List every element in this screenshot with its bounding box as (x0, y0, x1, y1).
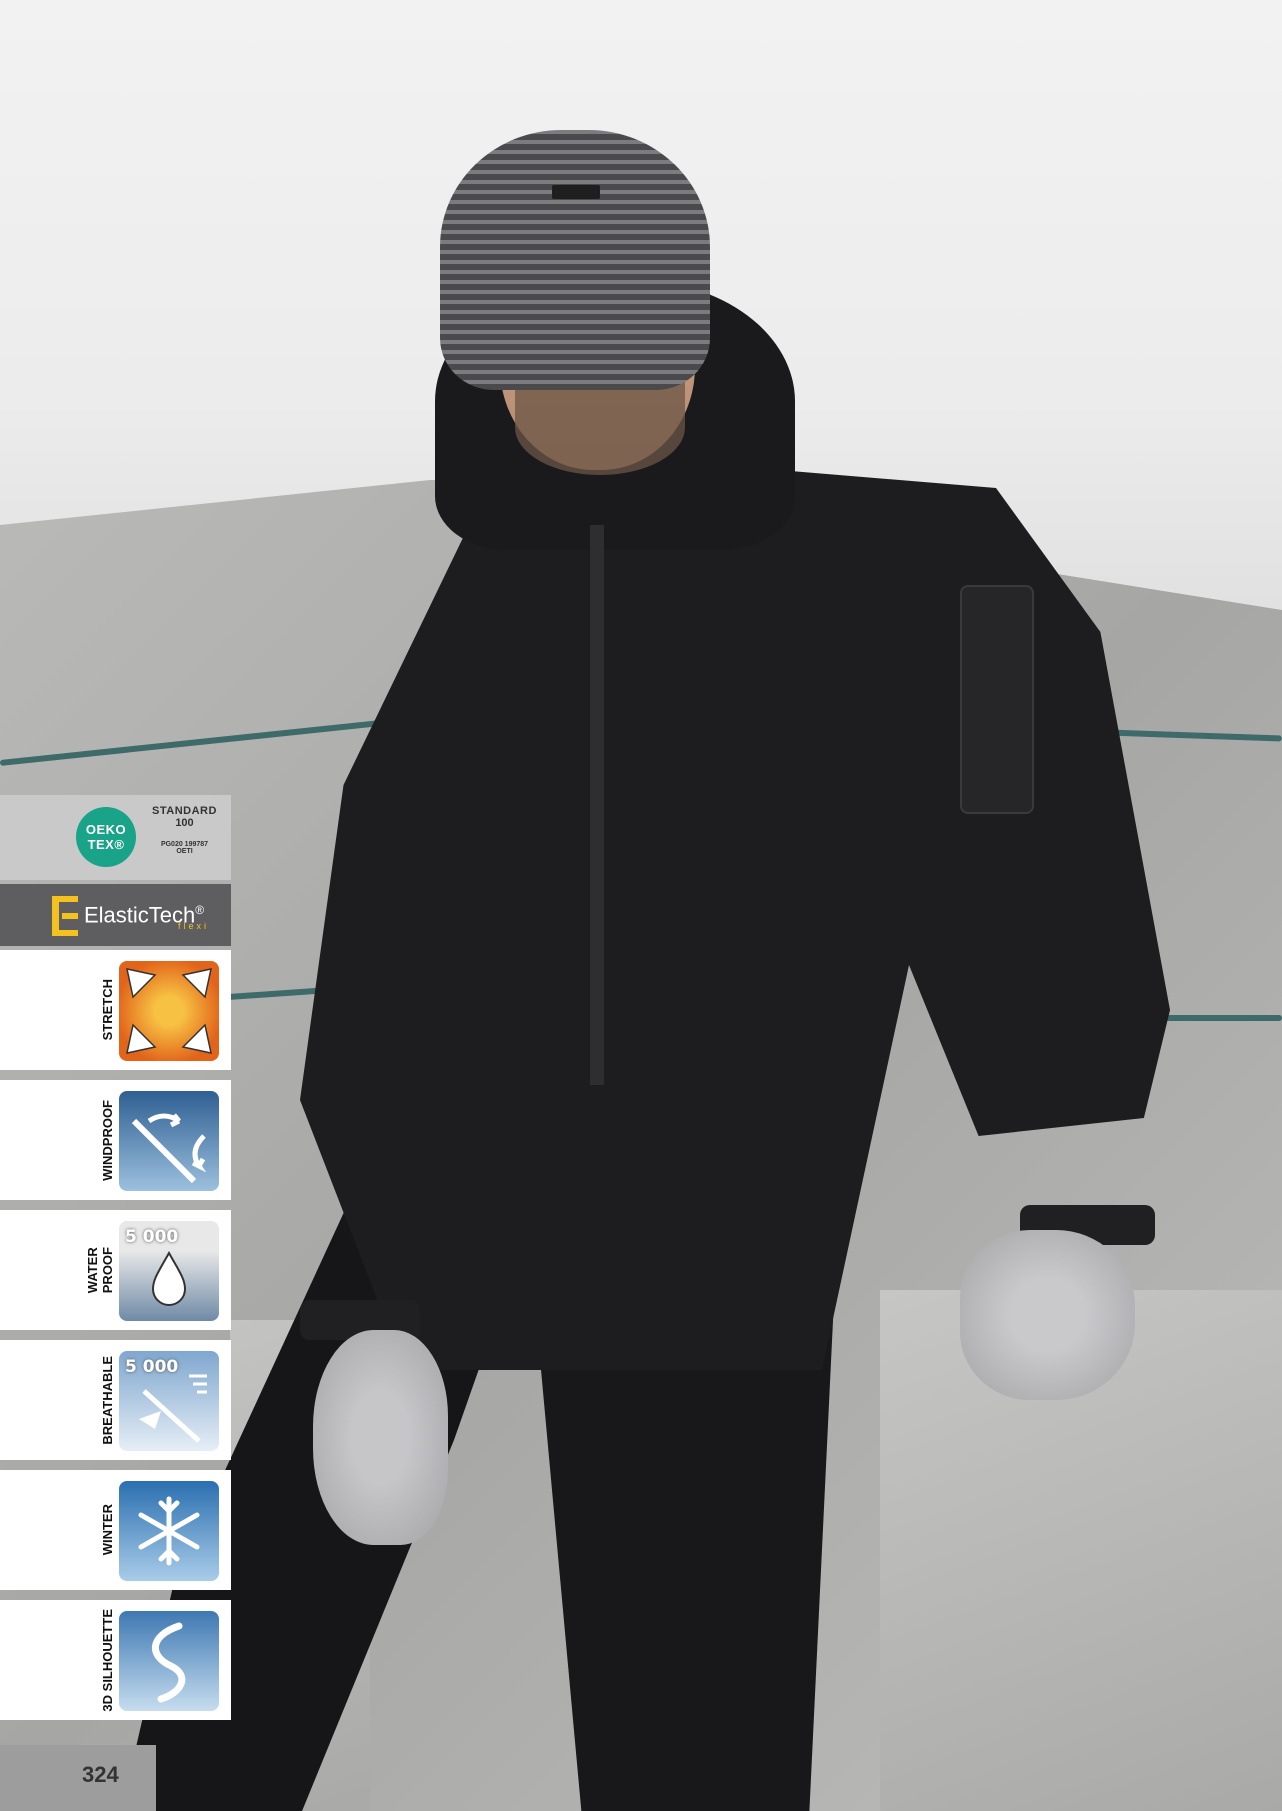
registered-mark: ® (195, 903, 205, 917)
breathable-icon: 5 000 (119, 1351, 219, 1451)
feature-winter: WINTER (0, 1470, 231, 1590)
page-number: 324 (82, 1762, 119, 1787)
feature-breathable: BREATHABLE 5 000 (0, 1340, 231, 1460)
waterdrop-icon: 5 000 (119, 1221, 219, 1321)
certificate-institute: OETI (176, 848, 193, 855)
elastictech-badge: ElasticTech® flexi (0, 884, 231, 946)
glove (960, 1230, 1135, 1400)
elastictech-logo-icon (52, 896, 80, 936)
feature-stretch: STRETCH (0, 950, 231, 1070)
breathable-rating: 5 000 (125, 1357, 179, 1377)
feature-label: STRETCH (100, 979, 115, 1041)
oeko-tex-badge: OEKO TEX® STANDARD 100 PG020 199787 OETI (0, 795, 231, 880)
oeko-logo-line1: OEKO (85, 822, 127, 837)
feature-3d-silhouette: 3D SILHOUETTE (0, 1600, 231, 1720)
standard-number: 100 (175, 817, 194, 829)
silhouette-icon (119, 1611, 219, 1711)
standard-label: STANDARD (152, 805, 217, 817)
knit-beanie (440, 130, 710, 390)
feature-waterproof: WATER PROOF 5 000 (0, 1210, 231, 1330)
glove (313, 1330, 448, 1545)
wind-icon (119, 1091, 219, 1191)
page-number-box: 324 (0, 1745, 156, 1811)
certificate-code: PG020 199787 (160, 841, 209, 848)
beanie-label (552, 185, 600, 199)
jacket-zipper (590, 525, 604, 1085)
feature-label: WINDPROOF (100, 1099, 115, 1181)
model-beard (515, 380, 685, 475)
feature-windproof: WINDPROOF (0, 1080, 231, 1200)
waterproof-rating: 5 000 (125, 1227, 179, 1247)
feature-label: BREATHABLE (100, 1355, 115, 1445)
feature-label: WATER PROOF (85, 1246, 115, 1294)
elastictech-sub: flexi (178, 921, 210, 931)
oeko-standard: STANDARD 100 PG020 199787 OETI (142, 805, 227, 855)
oeko-logo-line2: TEX® (87, 837, 125, 852)
oeko-tex-logo: OEKO TEX® (76, 807, 136, 867)
snowflake-icon (119, 1481, 219, 1581)
stretch-icon (119, 961, 219, 1061)
sleeve-pocket (960, 585, 1034, 814)
feature-label: 3D SILHOUETTE (100, 1608, 115, 1712)
feature-label: WINTER (100, 1504, 115, 1556)
